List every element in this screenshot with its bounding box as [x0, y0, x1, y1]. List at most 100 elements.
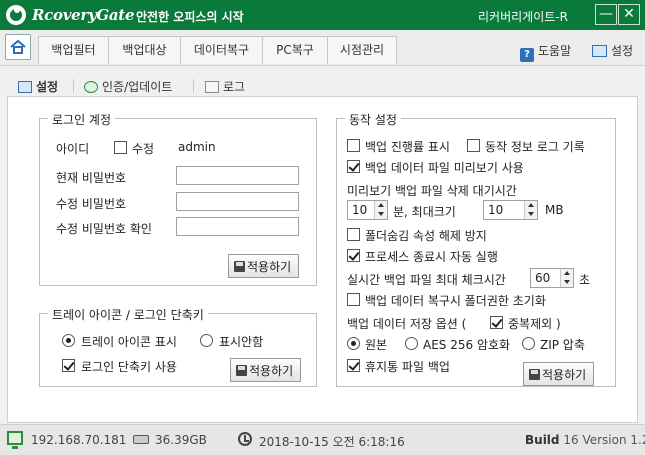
spinner-arrows-icon[interactable]	[374, 201, 387, 219]
divider	[73, 79, 74, 93]
clock-icon	[238, 432, 252, 446]
tab-pc-recovery[interactable]: PC복구	[262, 36, 328, 64]
minutes-unit-label: 분, 최대크기	[393, 205, 456, 219]
status-bar: 192.168.70.181 36.39GB 2018-10-15 오전 6:1…	[0, 424, 645, 455]
auto-run-checkbox[interactable]	[347, 249, 360, 262]
menu-bar: 백업필터 백업대상 데이터복구 PC복구 시점관리 ? 도움말 설정	[0, 30, 645, 66]
tray-show-label: 트레이 아이콘 표시	[81, 335, 177, 349]
behavior-apply-button[interactable]: 적용하기	[523, 362, 594, 386]
login-shortcut-label: 로그인 단축키 사용	[81, 360, 177, 374]
settings-label: 설정	[611, 44, 634, 58]
tray-hide-label: 표시안함	[219, 335, 264, 349]
dedup-label: 중복제외 )	[508, 317, 561, 331]
hard-disk-icon	[133, 435, 149, 444]
build-version: Build 16 Version 1.2	[525, 433, 645, 447]
storage-zip-radio[interactable]	[522, 337, 535, 350]
storage-original-radio[interactable]	[347, 337, 360, 350]
save-icon	[236, 365, 247, 376]
show-progress-checkbox[interactable]	[347, 139, 360, 152]
spinner-arrows-icon[interactable]	[524, 201, 537, 219]
subtab-log[interactable]: 로그	[205, 78, 245, 95]
home-icon	[10, 39, 26, 54]
minimize-button[interactable]: —	[595, 4, 617, 25]
settings-icon	[18, 81, 32, 93]
recycle-backup-label: 휴지통 파일 백업	[365, 360, 450, 374]
behavior-legend: 동작 설정	[345, 111, 401, 128]
realtime-check-label: 실시간 백업 파일 최대 체크시간	[347, 273, 506, 287]
subtab-auth-update[interactable]: 인증/업데이트	[84, 78, 172, 95]
tray-hide-radio[interactable]	[200, 334, 213, 347]
help-icon: ?	[520, 48, 534, 62]
storage-option-label: 백업 데이터 저장 옵션 (	[347, 317, 467, 331]
login-shortcut-checkbox[interactable]	[62, 359, 75, 372]
settings-button[interactable]: 설정	[592, 42, 633, 59]
seconds-unit-label: 초	[579, 273, 591, 287]
current-password-label: 현재 비밀번호	[56, 171, 127, 185]
preview-wait-label: 미리보기 백업 파일 삭제 대기시간	[347, 184, 517, 198]
storage-aes-radio[interactable]	[405, 337, 418, 350]
window-title: 리커버리게이트-R	[478, 10, 568, 24]
login-apply-button[interactable]: 적용하기	[228, 254, 299, 278]
tray-legend: 트레이 아이콘 / 로그인 단축키	[48, 306, 208, 323]
help-label: 도움말	[538, 44, 572, 58]
log-info-label: 동작 정보 로그 기록	[485, 140, 585, 154]
preview-checkbox[interactable]	[347, 160, 360, 173]
settings-icon	[592, 45, 607, 57]
realtime-check-spinner[interactable]: 60	[530, 268, 574, 288]
save-icon	[234, 261, 245, 272]
id-label: 아이디	[56, 142, 90, 156]
brand-slogan: 안전한 오피스의 시작	[136, 10, 244, 24]
app-logo-icon	[6, 5, 26, 25]
tab-data-recovery[interactable]: 데이터복구	[180, 36, 263, 64]
current-datetime: 2018-10-15 오전 6:18:16	[259, 435, 405, 449]
home-button[interactable]	[5, 34, 31, 60]
storage-aes-label: AES 256 암호화	[423, 338, 511, 352]
preview-maxsize-spinner[interactable]: 10	[483, 200, 538, 220]
show-progress-label: 백업 진행률 표시	[365, 140, 450, 154]
save-icon	[529, 369, 540, 380]
init-permission-label: 백업 데이터 복구시 폴더권한 초기화	[365, 294, 546, 308]
subtab-settings[interactable]: 설정	[18, 78, 58, 95]
edit-id-label: 수정	[132, 142, 155, 156]
tab-backup-target[interactable]: 백업대상	[108, 36, 181, 64]
storage-original-label: 원본	[365, 338, 388, 352]
edit-id-checkbox[interactable]	[114, 141, 127, 154]
preview-label: 백업 데이터 파일 미리보기 사용	[365, 161, 524, 175]
dedup-checkbox[interactable]	[490, 316, 503, 329]
confirm-password-label: 수정 비밀번호 확인	[56, 222, 152, 236]
help-button[interactable]: ? 도움말	[520, 42, 571, 62]
login-account-group: 로그인 계정 아이디 수정 admin 현재 비밀번호 수정 비밀번호 수정 비…	[39, 111, 317, 286]
computer-icon	[7, 431, 23, 449]
folder-hidden-checkbox[interactable]	[347, 228, 360, 241]
close-button[interactable]: ✕	[618, 4, 640, 25]
preview-minutes-spinner[interactable]: 10	[347, 200, 388, 220]
confirm-password-input[interactable]	[176, 217, 299, 236]
new-password-label: 수정 비밀번호	[56, 197, 127, 211]
tab-snapshot[interactable]: 시점관리	[327, 36, 397, 64]
behavior-settings-group: 동작 설정 백업 진행률 표시 동작 정보 로그 기록 백업 데이터 파일 미리…	[336, 111, 616, 387]
new-password-input[interactable]	[176, 192, 299, 211]
spinner-arrows-icon[interactable]	[560, 269, 573, 287]
current-password-input[interactable]	[176, 166, 299, 185]
ip-address: 192.168.70.181	[31, 433, 127, 447]
recycle-backup-checkbox[interactable]	[347, 359, 360, 372]
title-bar: RcoveryGate 안전한 오피스의 시작 리커버리게이트-R — ✕	[0, 0, 645, 30]
storage-zip-label: ZIP 압축	[540, 338, 585, 352]
settings-panel: 로그인 계정 아이디 수정 admin 현재 비밀번호 수정 비밀번호 수정 비…	[7, 96, 638, 423]
tab-backup-filter[interactable]: 백업필터	[38, 36, 109, 64]
disk-size: 36.39GB	[155, 433, 207, 447]
tray-show-radio[interactable]	[62, 334, 75, 347]
divider	[193, 79, 194, 93]
log-icon	[205, 81, 219, 93]
id-value: admin	[178, 140, 216, 154]
login-account-legend: 로그인 계정	[48, 111, 116, 128]
maxsize-unit-label: MB	[545, 203, 564, 217]
init-permission-checkbox[interactable]	[347, 293, 360, 306]
auto-run-label: 프로세스 종료시 자동 실행	[365, 250, 498, 264]
tray-icon-group: 트레이 아이콘 / 로그인 단축키 트레이 아이콘 표시 표시안함 로그인 단축…	[39, 306, 317, 387]
log-info-checkbox[interactable]	[467, 139, 480, 152]
tray-apply-button[interactable]: 적용하기	[230, 358, 301, 382]
folder-hidden-label: 폴더숨김 속성 해제 방지	[365, 229, 487, 243]
update-icon	[84, 81, 98, 93]
brand-name: RcoveryGate	[32, 6, 135, 24]
